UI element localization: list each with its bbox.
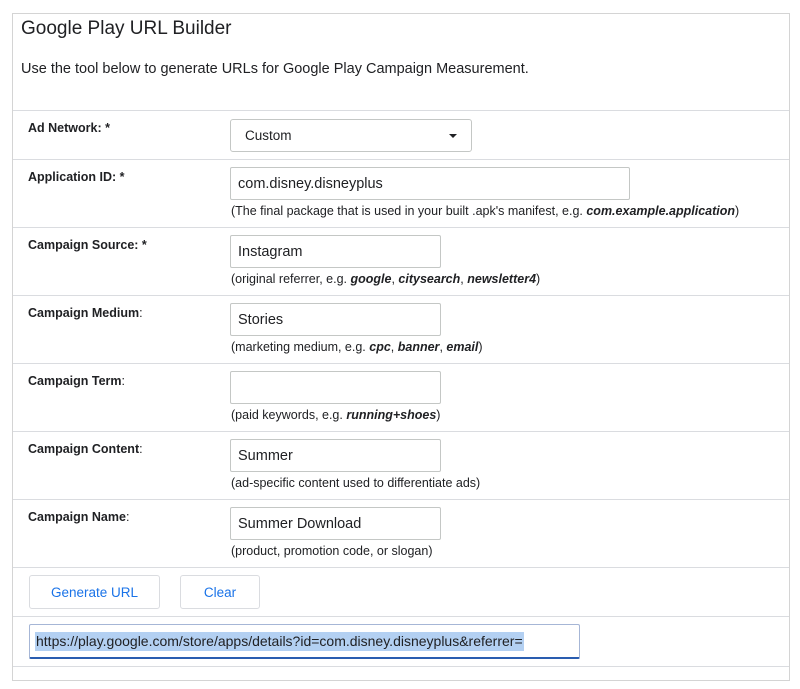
divider — [13, 227, 789, 228]
chevron-down-icon — [449, 133, 457, 138]
ad-network-select[interactable]: Custom — [230, 119, 472, 152]
divider — [13, 499, 789, 500]
divider — [13, 666, 789, 667]
campaign-medium-hint: (marketing medium, e.g. cpc, banner, ema… — [231, 340, 483, 354]
divider — [13, 363, 789, 364]
generate-url-button[interactable]: Generate URL — [29, 575, 160, 609]
url-builder-panel: Google Play URL Builder Use the tool bel… — [12, 13, 790, 681]
application-id-input[interactable] — [230, 167, 630, 200]
campaign-source-label: Campaign Source: * — [28, 238, 147, 252]
divider — [13, 616, 789, 617]
application-id-hint: (The final package that is used in your … — [231, 204, 740, 218]
campaign-content-label: Campaign Content: — [28, 442, 143, 456]
campaign-term-input[interactable] — [230, 371, 441, 404]
generated-url-field[interactable]: https://play.google.com/store/apps/detai… — [29, 624, 580, 659]
campaign-content-hint: (ad-specific content used to differentia… — [231, 476, 481, 490]
campaign-name-label: Campaign Name: — [28, 510, 130, 524]
page-title: Google Play URL Builder — [21, 18, 232, 39]
campaign-content-input[interactable] — [230, 439, 441, 472]
campaign-term-label: Campaign Term: — [28, 374, 126, 388]
campaign-source-input[interactable] — [230, 235, 441, 268]
divider — [13, 567, 789, 568]
campaign-medium-label: Campaign Medium: — [28, 306, 143, 320]
campaign-name-input[interactable] — [230, 507, 441, 540]
divider — [13, 431, 789, 432]
ad-network-selected-value: Custom — [245, 128, 292, 143]
generated-url-text[interactable]: https://play.google.com/store/apps/detai… — [35, 631, 524, 651]
divider — [13, 295, 789, 296]
campaign-source-hint: (original referrer, e.g. google, citysea… — [231, 272, 541, 286]
campaign-name-hint: (product, promotion code, or slogan) — [231, 544, 433, 558]
clear-button[interactable]: Clear — [180, 575, 260, 609]
ad-network-label: Ad Network: * — [28, 121, 110, 135]
intro-text: Use the tool below to generate URLs for … — [21, 61, 529, 77]
divider — [13, 110, 789, 111]
application-id-label: Application ID: * — [28, 170, 125, 184]
divider — [13, 159, 789, 160]
campaign-term-hint: (paid keywords, e.g. running+shoes) — [231, 408, 441, 422]
campaign-medium-input[interactable] — [230, 303, 441, 336]
